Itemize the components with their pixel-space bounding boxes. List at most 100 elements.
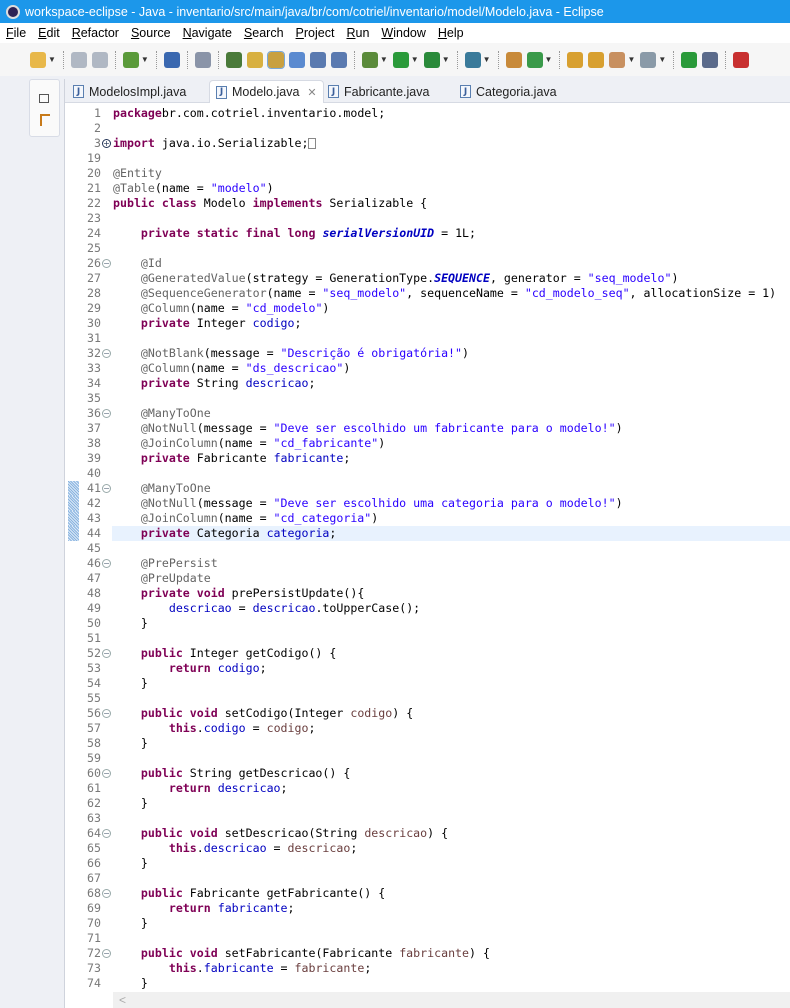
- code-line: 51: [65, 631, 790, 646]
- menu-window[interactable]: Window: [381, 26, 425, 40]
- dropdown-arrow-icon[interactable]: ▼: [48, 55, 56, 64]
- code-token: (name =: [217, 511, 274, 525]
- collapse-fold-icon[interactable]: −: [102, 409, 111, 418]
- collapse-fold-icon[interactable]: −: [102, 769, 111, 778]
- toggle-word-wrap-icon[interactable]: [309, 51, 326, 68]
- menu-run[interactable]: Run: [346, 26, 369, 40]
- menu-refactor[interactable]: Refactor: [72, 26, 119, 40]
- save-icon[interactable]: [70, 51, 87, 68]
- menu-edit[interactable]: Edit: [38, 26, 60, 40]
- new-java-project-icon[interactable]: [505, 51, 522, 68]
- dropdown-arrow-icon[interactable]: ▼: [545, 55, 553, 64]
- collapse-fold-icon[interactable]: −: [102, 709, 111, 718]
- block-selection-icon[interactable]: [266, 50, 285, 69]
- dropdown-arrow-icon[interactable]: ▼: [627, 55, 635, 64]
- code-text: packagebr.com.cotriel.inventario.model;: [112, 106, 790, 121]
- dropdown-arrow-icon[interactable]: ▼: [483, 55, 491, 64]
- horizontal-scrollbar[interactable]: <: [113, 992, 790, 1008]
- collapse-fold-icon[interactable]: −: [102, 259, 111, 268]
- line-number: 50: [87, 616, 101, 630]
- expand-fold-icon[interactable]: +: [102, 139, 111, 148]
- code-token: long: [287, 226, 316, 240]
- console-icon[interactable]: [163, 51, 180, 68]
- dropdown-arrow-icon[interactable]: ▼: [411, 55, 419, 64]
- tab-modelo[interactable]: J Modelo.java ✕: [209, 80, 324, 103]
- code-token: @JoinColumn: [140, 436, 218, 450]
- tab-fabricante[interactable]: J Fabricante.java: [328, 80, 429, 103]
- tab-modelosimpl[interactable]: J ModelosImpl.java: [73, 80, 186, 103]
- code-area[interactable]: 1 packagebr.com.cotriel.inventario.model;…: [65, 106, 790, 992]
- menu-source[interactable]: Source: [131, 26, 171, 40]
- code-text: @ManyToOne: [112, 481, 790, 496]
- line-number: 66: [87, 856, 101, 870]
- menu-project[interactable]: Project: [296, 26, 335, 40]
- dropdown-arrow-icon[interactable]: ▼: [141, 55, 149, 64]
- code-token: br.com.cotriel.inventario.model;: [161, 106, 386, 120]
- step-icon[interactable]: [702, 51, 719, 68]
- resume-icon[interactable]: [681, 51, 698, 68]
- code-token: @JoinColumn: [140, 511, 218, 525]
- menu-help[interactable]: Help: [438, 26, 464, 40]
- new-icon[interactable]: [30, 51, 46, 68]
- code-token: (name =: [154, 181, 211, 195]
- build-icon[interactable]: [122, 51, 139, 68]
- collapse-fold-icon[interactable]: −: [102, 949, 111, 958]
- collapse-fold-icon[interactable]: −: [102, 649, 111, 658]
- dropdown-arrow-icon[interactable]: ▼: [658, 55, 666, 64]
- search-icon[interactable]: [225, 51, 242, 68]
- collapse-fold-icon[interactable]: −: [102, 889, 111, 898]
- collapse-fold-icon[interactable]: −: [102, 349, 111, 358]
- code-token: .: [196, 721, 204, 735]
- mark-occurrences-icon[interactable]: [246, 51, 263, 68]
- folded-block-icon[interactable]: [308, 138, 317, 149]
- run-external-tool-icon[interactable]: [423, 51, 440, 68]
- collapse-fold-icon[interactable]: −: [102, 829, 111, 838]
- restore-icon[interactable]: [39, 94, 49, 103]
- line-number: 58: [87, 736, 101, 750]
- code-line: 46− @PrePersist: [65, 556, 790, 571]
- menu-navigate[interactable]: Navigate: [183, 26, 232, 40]
- code-token: prePersistUpdate(){: [224, 586, 365, 600]
- menu-search[interactable]: Search: [244, 26, 284, 40]
- new-class-icon[interactable]: [526, 51, 543, 68]
- open-package-icon[interactable]: [588, 51, 605, 68]
- run-icon[interactable]: [392, 51, 409, 68]
- collapse-fold-icon[interactable]: −: [102, 559, 111, 568]
- tab-categoria[interactable]: J Categoria.java: [460, 80, 557, 103]
- stop-icon[interactable]: [733, 51, 750, 68]
- dropdown-arrow-icon[interactable]: ▼: [380, 55, 388, 64]
- line-number: 52: [87, 646, 101, 660]
- skip-breakpoints-icon[interactable]: [194, 51, 211, 68]
- code-token: ;: [280, 781, 288, 795]
- window-title: workspace-eclipse - Java - inventario/sr…: [25, 4, 604, 19]
- line-number: 60: [87, 766, 101, 780]
- code-token: @ManyToOne: [140, 406, 211, 420]
- collapse-fold-icon[interactable]: −: [102, 484, 111, 493]
- code-text: @PrePersist: [112, 556, 790, 571]
- debug-icon[interactable]: [361, 51, 378, 68]
- server-icon[interactable]: [464, 51, 481, 68]
- code-line: 66 }: [65, 856, 790, 871]
- open-folder-icon[interactable]: [567, 51, 584, 68]
- code-line: 68− public Fabricante getFabricante() {: [65, 886, 790, 901]
- close-tab-icon[interactable]: ✕: [307, 86, 316, 99]
- scroll-left-arrow[interactable]: <: [119, 993, 126, 1007]
- line-number: 64: [87, 826, 101, 840]
- tab-label: Fabricante.java: [344, 84, 430, 99]
- save-all-icon[interactable]: [91, 51, 108, 68]
- pencil-icon[interactable]: [609, 51, 626, 68]
- toolbar: ▼ ▼ ▼ ▼ ▼ ▼ ▼ ▼ ▼: [0, 43, 790, 76]
- menu-file[interactable]: File: [6, 26, 26, 40]
- line-number: 33: [87, 361, 101, 375]
- dropdown-arrow-icon[interactable]: ▼: [442, 55, 450, 64]
- code-token: (name =: [189, 301, 246, 315]
- code-line: 69 return fabricante;: [65, 901, 790, 916]
- line-number: 1: [94, 106, 101, 120]
- show-whitespace-icon[interactable]: [330, 51, 347, 68]
- open-type-icon[interactable]: [288, 51, 305, 68]
- hierarchy-icon[interactable]: [40, 114, 50, 126]
- jar-icon[interactable]: [640, 51, 657, 68]
